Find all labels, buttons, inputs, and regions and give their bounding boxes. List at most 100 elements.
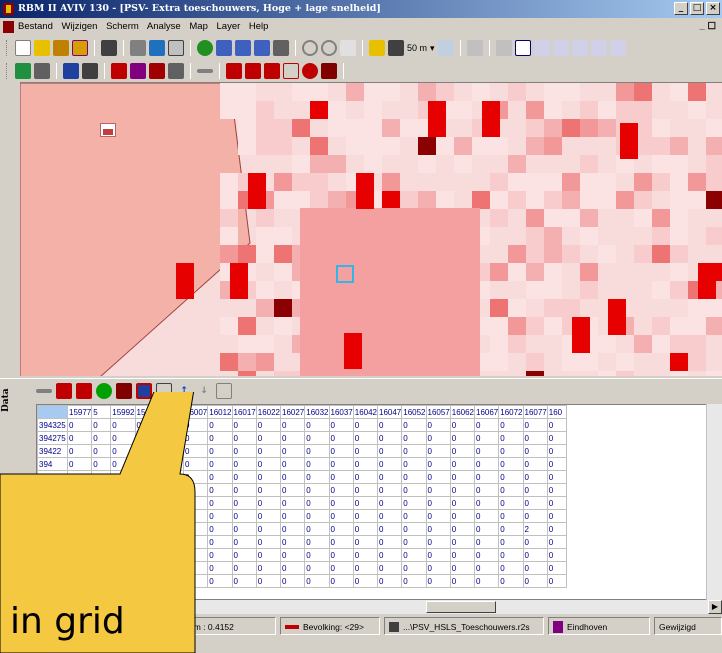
block-icon[interactable] <box>321 63 337 79</box>
map-cell[interactable] <box>562 173 580 191</box>
map-cell-hot[interactable] <box>356 173 374 209</box>
column-header[interactable]: 16017 <box>231 405 257 419</box>
map-cell[interactable] <box>274 137 292 155</box>
map-cell[interactable] <box>580 353 598 371</box>
grid-cell[interactable]: 0 <box>522 535 548 549</box>
map-cell[interactable] <box>274 119 292 137</box>
line-tool-icon[interactable] <box>466 40 483 56</box>
map-cell[interactable] <box>670 335 688 353</box>
map-cell[interactable] <box>292 119 310 137</box>
map-cell[interactable] <box>670 353 688 371</box>
map-cell[interactable] <box>688 335 706 353</box>
map-cell[interactable] <box>274 317 292 335</box>
menu-help[interactable]: Help <box>249 21 269 32</box>
grid-cell[interactable]: 0 <box>546 522 567 536</box>
map-cell[interactable] <box>670 227 688 245</box>
map-cell[interactable] <box>346 83 364 101</box>
grid-cell[interactable]: 0 <box>279 444 306 458</box>
grid-cell[interactable]: 0 <box>376 574 403 588</box>
grid-cell[interactable]: 0 <box>498 418 524 432</box>
map-cell[interactable] <box>238 137 256 155</box>
map-cell[interactable] <box>616 191 634 209</box>
map-cell[interactable] <box>562 353 580 371</box>
building-marker-icon[interactable] <box>100 123 116 137</box>
map-cell[interactable] <box>652 155 670 173</box>
grid-cell[interactable]: 0 <box>401 431 427 445</box>
map-cell[interactable] <box>508 191 526 209</box>
chevron-down-icon[interactable]: ▾ <box>430 43 435 54</box>
map-cell[interactable] <box>544 299 562 317</box>
grid-cell[interactable]: 0 <box>304 522 330 536</box>
map-cell-hot[interactable] <box>572 317 590 353</box>
map-cell[interactable] <box>562 119 580 137</box>
map-cell[interactable] <box>472 191 490 209</box>
grid-cell[interactable]: 0 <box>279 457 306 471</box>
map-cell[interactable] <box>238 353 256 371</box>
map-cell[interactable] <box>418 191 436 209</box>
column-header[interactable]: 16077 <box>522 405 548 419</box>
map-cell[interactable] <box>688 191 706 209</box>
grid-cell[interactable]: 0 <box>449 535 476 549</box>
grid-cell[interactable]: 0 <box>304 444 330 458</box>
road-icon[interactable] <box>197 69 213 73</box>
column-header[interactable]: 16042 <box>352 405 379 419</box>
map-cell[interactable] <box>346 137 364 155</box>
map-cell[interactable] <box>220 101 238 119</box>
grid-cell[interactable]: 0 <box>401 483 427 497</box>
grid-cell[interactable]: 0 <box>498 431 524 445</box>
grid-cell[interactable]: 0 <box>425 561 451 575</box>
map-cell[interactable] <box>508 263 526 281</box>
mdi-controls[interactable]: _ ☐ <box>700 18 716 36</box>
grid-cell[interactable]: 0 <box>473 535 500 549</box>
map-cell[interactable] <box>238 371 256 376</box>
map-cell[interactable] <box>652 281 670 299</box>
tools-icon[interactable] <box>82 63 98 79</box>
map-cell[interactable] <box>238 101 256 119</box>
grid-cell[interactable]: 0 <box>304 574 330 588</box>
map-cell[interactable] <box>526 119 544 137</box>
grid-cell[interactable]: 0 <box>376 522 403 536</box>
grid-cell[interactable]: 0 <box>255 418 282 432</box>
column-header[interactable]: 16057 <box>425 405 451 419</box>
pan-hand-icon[interactable] <box>340 40 356 56</box>
map-cell[interactable] <box>310 173 328 191</box>
grid-cell[interactable]: 0 <box>449 470 476 484</box>
map-cell[interactable] <box>220 191 238 209</box>
grid-cell[interactable]: 0 <box>449 548 476 562</box>
map-cell[interactable] <box>292 173 310 191</box>
grid-cell[interactable]: 0 <box>279 522 306 536</box>
window-icon[interactable] <box>34 63 50 79</box>
map-cell[interactable] <box>526 209 544 227</box>
grid-cell[interactable]: 0 <box>255 483 282 497</box>
map-cell[interactable] <box>238 119 256 137</box>
scissors-icon[interactable] <box>571 40 588 56</box>
map-cell[interactable] <box>328 191 346 209</box>
map-cell[interactable] <box>526 227 544 245</box>
map-cell[interactable] <box>580 119 598 137</box>
map-cell[interactable] <box>670 155 688 173</box>
vertical-scrollbar[interactable] <box>706 404 722 600</box>
map-cell[interactable] <box>544 263 562 281</box>
menu-map[interactable]: Map <box>189 21 207 32</box>
grid-cell[interactable]: 0 <box>231 509 257 523</box>
map-cell[interactable] <box>526 353 544 371</box>
grid-cell[interactable]: 0 <box>231 522 257 536</box>
map-cell[interactable] <box>274 371 292 376</box>
map-cell[interactable] <box>706 317 722 335</box>
map-cell[interactable] <box>670 173 688 191</box>
scrollbar-thumb[interactable] <box>426 601 496 613</box>
draw-line-icon[interactable] <box>533 40 550 56</box>
toolbar-grip[interactable] <box>6 40 9 56</box>
move-icon[interactable] <box>552 40 569 56</box>
map-cell[interactable] <box>616 353 634 371</box>
menu-layer[interactable]: Layer <box>217 21 241 32</box>
selected-cell[interactable] <box>336 265 354 283</box>
map-cell[interactable] <box>580 209 598 227</box>
grid-cell[interactable]: 0 <box>328 535 354 549</box>
grid-cell[interactable]: 0 <box>376 509 403 523</box>
grid-cell[interactable]: 0 <box>304 483 330 497</box>
column-header[interactable]: 16047 <box>376 405 403 419</box>
grid-cell[interactable]: 0 <box>328 483 354 497</box>
map-cell[interactable] <box>220 173 238 191</box>
map-cell[interactable] <box>454 101 472 119</box>
